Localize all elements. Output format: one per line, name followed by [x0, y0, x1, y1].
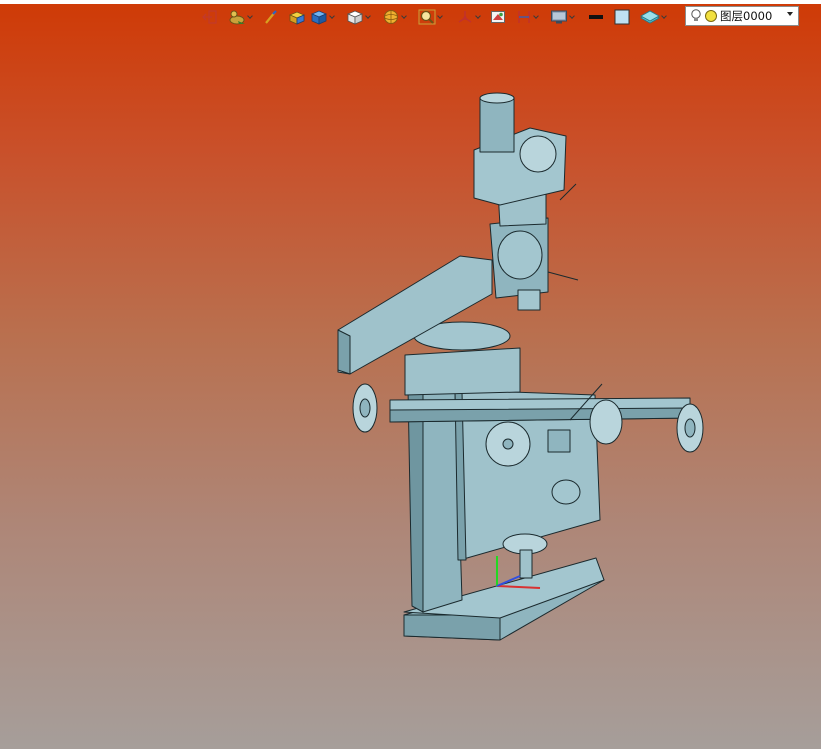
- duck-shape-icon: [229, 10, 245, 25]
- sketch-button[interactable]: [262, 6, 280, 28]
- exit-icon: [202, 10, 217, 24]
- axis-triad-icon: [458, 11, 472, 23]
- layer-name: 图层0000: [720, 9, 773, 23]
- rotate-view-button[interactable]: [380, 6, 410, 28]
- render-mode-button[interactable]: [226, 6, 256, 28]
- axis-button[interactable]: [454, 6, 484, 28]
- blue-box-icon: [310, 10, 328, 25]
- shaded-view-button[interactable]: [286, 6, 308, 28]
- white-box-icon: [346, 10, 364, 25]
- solid-view-button[interactable]: [308, 6, 338, 28]
- section-view-button[interactable]: [488, 6, 508, 28]
- fill-color-button[interactable]: [612, 6, 632, 28]
- zoom-icon: [418, 9, 436, 25]
- view-toolbar: [200, 5, 670, 29]
- chevron-down-icon[interactable]: [787, 12, 793, 16]
- layer-plane-icon: [640, 10, 660, 24]
- lightbulb-icon: [691, 9, 701, 21]
- line-color-button[interactable]: [586, 6, 606, 28]
- dimension-button[interactable]: [514, 6, 542, 28]
- fill-color-icon: [614, 9, 630, 25]
- yellow-box-icon: [288, 11, 306, 25]
- chevron-down-icon[interactable]: [247, 6, 254, 28]
- sun-icon: [705, 10, 717, 22]
- display-button[interactable]: [548, 6, 578, 28]
- pen-icon: [265, 10, 277, 24]
- chevron-down-icon[interactable]: [569, 6, 576, 28]
- chevron-down-icon[interactable]: [437, 6, 444, 28]
- standard-view-button[interactable]: [344, 6, 374, 28]
- dimension-icon: [518, 11, 530, 23]
- chevron-down-icon[interactable]: [533, 6, 540, 28]
- line-color-icon: [589, 15, 603, 19]
- chevron-down-icon[interactable]: [661, 6, 668, 28]
- layer-plane-button[interactable]: [638, 6, 670, 28]
- chevron-down-icon[interactable]: [365, 6, 372, 28]
- layer-select[interactable]: 图层0000: [685, 6, 799, 26]
- zoom-button[interactable]: [416, 6, 446, 28]
- chevron-down-icon[interactable]: [475, 6, 482, 28]
- chevron-down-icon[interactable]: [401, 6, 408, 28]
- milling-machine-model[interactable]: [0, 0, 821, 749]
- sphere-icon: [384, 10, 398, 24]
- display-monitor-icon: [551, 10, 567, 24]
- chevron-down-icon[interactable]: [329, 6, 336, 28]
- exit-button[interactable]: [200, 6, 220, 28]
- section-view-icon: [491, 11, 505, 23]
